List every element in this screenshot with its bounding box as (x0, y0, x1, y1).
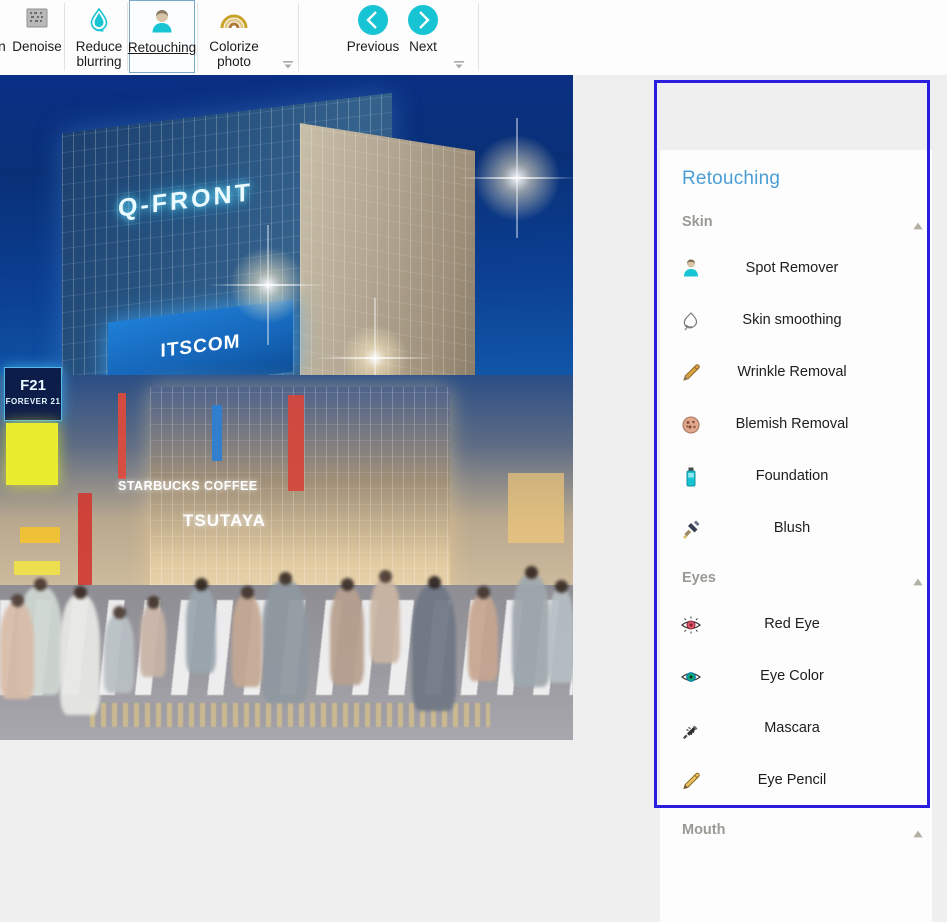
ribbon-button-label: Retouching (126, 40, 198, 55)
ribbon-separator (298, 3, 299, 71)
ribbon-button-next[interactable]: Next (390, 0, 456, 73)
tool-label: Wrinkle Removal (660, 364, 924, 380)
tool-label: Blush (660, 520, 924, 536)
ribbon-separator (478, 3, 479, 71)
ribbon-button-label: Reduce blurring (63, 39, 135, 69)
triangle-up-icon[interactable] (910, 574, 926, 595)
neon-banner (20, 527, 60, 543)
tool-label: Spot Remover (660, 260, 924, 276)
tool-mascara[interactable]: Mascara (660, 706, 932, 758)
neon-banner (508, 473, 564, 543)
forever21-sign-sub: FOREVER 21 (6, 394, 61, 410)
section-header-label: Mouth (682, 822, 725, 838)
section-header-eyes[interactable]: Eyes (660, 558, 932, 602)
pedestrian (330, 587, 364, 685)
tool-label: Skin smoothing (660, 312, 924, 328)
noise-grid-icon (23, 2, 51, 38)
rainbow-arc-icon (217, 2, 251, 38)
neon-banner (78, 493, 92, 585)
starbucks-sign: STARBUCKS COFFEE (118, 479, 258, 493)
pedestrian (512, 575, 550, 687)
tsutaya-sign: TSUTAYA (183, 511, 266, 531)
pedestrian (0, 603, 34, 699)
chevron-left-circle-icon (356, 2, 390, 38)
ribbon-button-label: Colorize photo (198, 39, 270, 69)
tool-wrinkle-removal[interactable]: Wrinkle Removal (660, 350, 932, 402)
tool-red-eye[interactable]: Red Eye (660, 602, 932, 654)
pedestrian (412, 585, 456, 711)
section-header-label: Eyes (682, 570, 716, 586)
tool-label: Blemish Removal (660, 416, 924, 432)
ribbon-toolbar: n Denoise (0, 0, 947, 75)
ribbon-button-colorize-photo[interactable]: Colorize photo (201, 0, 267, 73)
panel-sections[interactable]: Skin Spot Remover Skin smoothing Wrinkle Re… (660, 202, 932, 922)
tool-blemish-removal[interactable]: Blemish Removal (660, 402, 932, 454)
triangle-up-icon[interactable] (910, 826, 926, 847)
ribbon-button-denoise[interactable]: Denoise (4, 0, 70, 73)
ribbon-button-reduce-blurring[interactable]: Reduce blurring (66, 0, 132, 73)
tool-eye-pencil[interactable]: Eye Pencil (660, 758, 932, 810)
droplet-refresh-icon (84, 2, 114, 38)
tool-spot-remover[interactable]: Spot Remover (660, 246, 932, 298)
ribbon-group-expander-left[interactable] (281, 58, 295, 70)
tool-label: Eye Color (660, 668, 924, 684)
panel-title: Retouching (682, 168, 780, 190)
pedestrian (548, 589, 573, 683)
tool-label: Red Eye (660, 616, 924, 632)
panel-section-eyes: Eyes Red Eye Eye Color Mascara Eye Pencil (660, 558, 932, 810)
neon-banner (14, 561, 60, 575)
forever21-sign-main: F21 (20, 378, 46, 394)
pedestrian (232, 595, 262, 687)
pedestrian (60, 595, 100, 715)
yellow-billboard (6, 423, 58, 485)
tool-blush[interactable]: Blush (660, 506, 932, 558)
section-header-skin[interactable]: Skin (660, 202, 932, 246)
pedestrian (140, 605, 166, 677)
chevron-right-circle-icon (406, 2, 440, 38)
photo-canvas[interactable]: Q-FRONT ITSCOM F21 FOREVER 21 STARBUCKS … (0, 75, 573, 740)
pedestrian (370, 579, 400, 663)
tool-label: Mascara (660, 720, 924, 736)
tool-skin-smoothing[interactable]: Skin smoothing (660, 298, 932, 350)
ribbon-button-label: Next (387, 39, 459, 54)
pedestrian (104, 615, 134, 693)
neon-banner (212, 405, 222, 461)
ribbon-group-expander-right[interactable] (452, 58, 466, 70)
tool-foundation[interactable]: Foundation (660, 454, 932, 506)
pedestrian (468, 595, 498, 681)
tool-eye-color[interactable]: Eye Color (660, 654, 932, 706)
retouching-panel: Retouching Skin Spot Remover Skin smoothin… (660, 150, 932, 922)
panel-section-mouth: Mouth (660, 810, 932, 854)
ribbon-button-retouching[interactable]: Retouching (129, 0, 195, 73)
neon-banner (118, 393, 126, 479)
pedestrian (262, 581, 308, 703)
portrait-person-icon (147, 3, 177, 39)
tool-label: Foundation (660, 468, 924, 484)
section-header-label: Skin (682, 214, 713, 230)
editor-workspace: Q-FRONT ITSCOM F21 FOREVER 21 STARBUCKS … (0, 75, 947, 847)
section-header-mouth[interactable]: Mouth (660, 810, 932, 854)
forever21-sign: F21 FOREVER 21 (4, 367, 62, 421)
ribbon-separator (127, 3, 128, 71)
pedestrian (186, 587, 216, 673)
triangle-up-icon[interactable] (910, 218, 926, 239)
neon-banner (288, 395, 304, 491)
tool-label: Eye Pencil (660, 772, 924, 788)
panel-section-skin: Skin Spot Remover Skin smoothing Wrinkle Re… (660, 202, 932, 558)
